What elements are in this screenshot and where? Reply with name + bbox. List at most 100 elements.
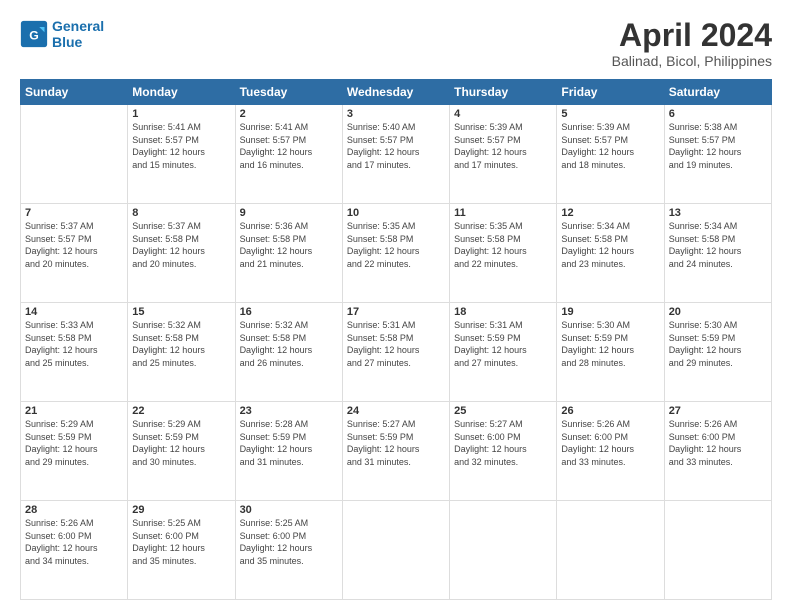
calendar-day-header: Monday [128,80,235,105]
day-number: 30 [240,504,338,516]
day-number: 15 [132,306,230,318]
calendar-cell: 4Sunrise: 5:39 AMSunset: 5:57 PMDaylight… [450,105,557,204]
day-number: 5 [561,108,659,120]
calendar-cell [21,105,128,204]
day-info: Sunrise: 5:25 AMSunset: 6:00 PMDaylight:… [132,517,230,567]
day-info: Sunrise: 5:34 AMSunset: 5:58 PMDaylight:… [561,220,659,270]
main-title: April 2024 [612,18,772,53]
calendar-header-row: SundayMondayTuesdayWednesdayThursdayFrid… [21,80,772,105]
day-number: 10 [347,207,445,219]
calendar-week-row: 14Sunrise: 5:33 AMSunset: 5:58 PMDayligh… [21,303,772,402]
calendar-week-row: 21Sunrise: 5:29 AMSunset: 5:59 PMDayligh… [21,402,772,501]
calendar-cell: 28Sunrise: 5:26 AMSunset: 6:00 PMDayligh… [21,501,128,600]
calendar-cell: 6Sunrise: 5:38 AMSunset: 5:57 PMDaylight… [664,105,771,204]
calendar-cell: 29Sunrise: 5:25 AMSunset: 6:00 PMDayligh… [128,501,235,600]
calendar-cell: 8Sunrise: 5:37 AMSunset: 5:58 PMDaylight… [128,204,235,303]
day-info: Sunrise: 5:29 AMSunset: 5:59 PMDaylight:… [132,418,230,468]
day-number: 22 [132,405,230,417]
calendar-day-header: Friday [557,80,664,105]
day-number: 21 [25,405,123,417]
day-info: Sunrise: 5:39 AMSunset: 5:57 PMDaylight:… [561,121,659,171]
calendar-week-row: 1 Sunrise: 5:41 AMSunset: 5:57 PMDaylight… [21,105,772,204]
day-number: 20 [669,306,767,318]
day-info: Sunrise: 5:37 AMSunset: 5:58 PMDaylight:… [132,220,230,270]
day-info: Sunrise: 5:36 AMSunset: 5:58 PMDaylight:… [240,220,338,270]
day-number: 23 [240,405,338,417]
calendar-cell: 16Sunrise: 5:32 AMSunset: 5:58 PMDayligh… [235,303,342,402]
page: G General Blue April 2024 Balinad, Bicol… [0,0,792,612]
calendar-week-row: 28Sunrise: 5:26 AMSunset: 6:00 PMDayligh… [21,501,772,600]
day-info: Sunrise: 5:25 AMSunset: 6:00 PMDaylight:… [240,517,338,567]
calendar-cell: 19Sunrise: 5:30 AMSunset: 5:59 PMDayligh… [557,303,664,402]
calendar-cell [557,501,664,600]
day-number: 2 [240,108,338,120]
day-number: 9 [240,207,338,219]
calendar-cell: 30Sunrise: 5:25 AMSunset: 6:00 PMDayligh… [235,501,342,600]
day-number: 28 [25,504,123,516]
day-info: Sunrise: 5:34 AMSunset: 5:58 PMDaylight:… [669,220,767,270]
calendar-cell [342,501,449,600]
logo-icon: G [20,20,48,48]
calendar-cell: 17Sunrise: 5:31 AMSunset: 5:58 PMDayligh… [342,303,449,402]
day-info: Sunrise: 5:31 AMSunset: 5:58 PMDaylight:… [347,319,445,369]
day-number: 12 [561,207,659,219]
calendar-cell: 21Sunrise: 5:29 AMSunset: 5:59 PMDayligh… [21,402,128,501]
calendar-day-header: Sunday [21,80,128,105]
day-number: 3 [347,108,445,120]
day-info: Sunrise: 5:41 AMSunset: 5:57 PMDaylight:… [240,121,338,171]
day-info: Sunrise: 5:26 AMSunset: 6:00 PMDaylight:… [669,418,767,468]
header: G General Blue April 2024 Balinad, Bicol… [20,18,772,69]
calendar-cell: 22Sunrise: 5:29 AMSunset: 5:59 PMDayligh… [128,402,235,501]
day-number: 16 [240,306,338,318]
svg-text:G: G [29,28,39,42]
calendar-cell: 26Sunrise: 5:26 AMSunset: 6:00 PMDayligh… [557,402,664,501]
day-info: Sunrise: 5:31 AMSunset: 5:59 PMDaylight:… [454,319,552,369]
calendar-cell: 25Sunrise: 5:27 AMSunset: 6:00 PMDayligh… [450,402,557,501]
day-info: Sunrise: 5:27 AMSunset: 6:00 PMDaylight:… [454,418,552,468]
day-info: Sunrise: 5:32 AMSunset: 5:58 PMDaylight:… [240,319,338,369]
day-number: 8 [132,207,230,219]
day-number: 14 [25,306,123,318]
day-number: 11 [454,207,552,219]
day-info: Sunrise: 5:30 AMSunset: 5:59 PMDaylight:… [669,319,767,369]
calendar-cell: 1Sunrise: 5:41 AMSunset: 5:57 PMDaylight… [128,105,235,204]
calendar-cell [450,501,557,600]
day-info: Sunrise: 5:28 AMSunset: 5:59 PMDaylight:… [240,418,338,468]
calendar-day-header: Thursday [450,80,557,105]
day-info: Sunrise: 5:35 AMSunset: 5:58 PMDaylight:… [347,220,445,270]
calendar-table: SundayMondayTuesdayWednesdayThursdayFrid… [20,79,772,600]
calendar-cell: 11Sunrise: 5:35 AMSunset: 5:58 PMDayligh… [450,204,557,303]
day-number: 26 [561,405,659,417]
day-info: Sunrise: 5:37 AMSunset: 5:57 PMDaylight:… [25,220,123,270]
calendar-day-header: Wednesday [342,80,449,105]
day-number: 25 [454,405,552,417]
calendar-cell: 15Sunrise: 5:32 AMSunset: 5:58 PMDayligh… [128,303,235,402]
calendar-day-header: Tuesday [235,80,342,105]
day-info: Sunrise: 5:38 AMSunset: 5:57 PMDaylight:… [669,121,767,171]
day-number: 13 [669,207,767,219]
calendar-cell: 10Sunrise: 5:35 AMSunset: 5:58 PMDayligh… [342,204,449,303]
calendar-cell: 18Sunrise: 5:31 AMSunset: 5:59 PMDayligh… [450,303,557,402]
day-number: 24 [347,405,445,417]
day-number: 19 [561,306,659,318]
day-info: Sunrise: 5:29 AMSunset: 5:59 PMDaylight:… [25,418,123,468]
day-number: 18 [454,306,552,318]
day-info: Sunrise: 5:30 AMSunset: 5:59 PMDaylight:… [561,319,659,369]
day-info: Sunrise: 5:27 AMSunset: 5:59 PMDaylight:… [347,418,445,468]
calendar-cell [664,501,771,600]
title-block: April 2024 Balinad, Bicol, Philippines [612,18,772,69]
day-info: Sunrise: 5:32 AMSunset: 5:58 PMDaylight:… [132,319,230,369]
calendar-week-row: 7Sunrise: 5:37 AMSunset: 5:57 PMDaylight… [21,204,772,303]
day-info: Sunrise: 5:35 AMSunset: 5:58 PMDaylight:… [454,220,552,270]
logo: G General Blue [20,18,104,50]
day-number: 17 [347,306,445,318]
day-info: Sunrise: 5:40 AMSunset: 5:57 PMDaylight:… [347,121,445,171]
day-info: Sunrise: 5:33 AMSunset: 5:58 PMDaylight:… [25,319,123,369]
day-number: 29 [132,504,230,516]
day-info: Sunrise: 5:26 AMSunset: 6:00 PMDaylight:… [561,418,659,468]
calendar-day-header: Saturday [664,80,771,105]
calendar-cell: 14Sunrise: 5:33 AMSunset: 5:58 PMDayligh… [21,303,128,402]
day-number: 1 [132,108,230,120]
day-info: Sunrise: 5:26 AMSunset: 6:00 PMDaylight:… [25,517,123,567]
day-number: 27 [669,405,767,417]
